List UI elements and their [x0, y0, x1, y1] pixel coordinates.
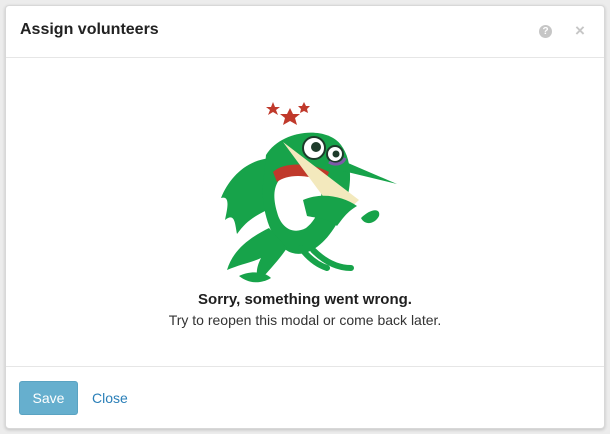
dizzy-bird-illustration	[221, 102, 397, 283]
modal-body: Sorry, something went wrong. Try to reop…	[6, 58, 604, 366]
error-message: Try to reopen this modal or come back la…	[168, 312, 442, 328]
modal-footer: Save Close	[6, 366, 604, 428]
floating-feather	[361, 210, 380, 224]
dizzy-stars	[266, 102, 310, 125]
close-icon[interactable]: ×	[573, 22, 587, 40]
modal-header: Assign volunteers ? ×	[6, 6, 604, 58]
help-icon[interactable]: ?	[539, 25, 552, 38]
error-title: Sorry, something went wrong.	[198, 291, 412, 308]
ground-feather	[239, 272, 271, 283]
save-button[interactable]: Save	[19, 381, 78, 415]
assign-volunteers-modal: Assign volunteers ? × Sorry, something w…	[5, 5, 605, 429]
close-link[interactable]: Close	[92, 390, 128, 406]
modal-title: Assign volunteers	[20, 21, 159, 38]
